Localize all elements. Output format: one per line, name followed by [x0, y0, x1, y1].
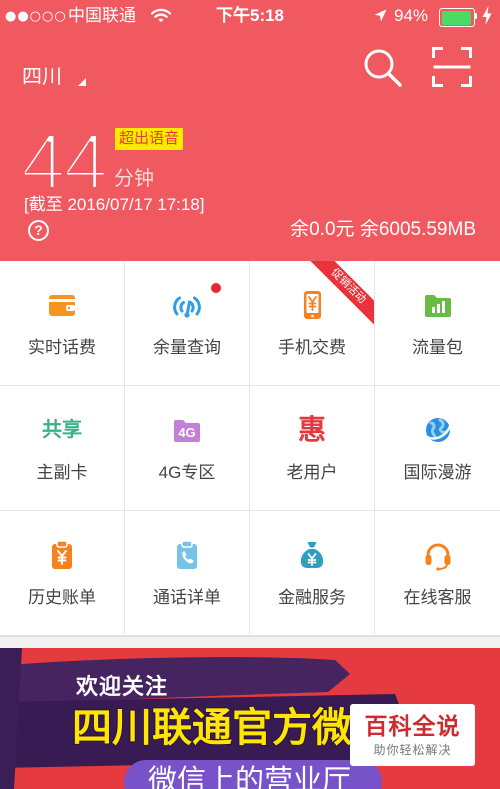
remaining-minutes-value: 44 — [19, 117, 110, 206]
battery-fill — [441, 10, 471, 25]
banner-welcome-text: 欢迎关注 — [76, 674, 169, 699]
globe-icon — [422, 418, 453, 442]
data-remaining: 余6005.59MB — [359, 219, 476, 240]
grid-item-sub-card[interactable]: 共享 主副卡 — [0, 386, 125, 511]
grid-item-data-package[interactable]: 流量包 — [375, 261, 500, 386]
balance-summary: 余0.0元 余6005.59MB — [290, 218, 476, 242]
grid-item-online-service[interactable]: 在线客服 — [375, 511, 500, 636]
grid-item-label: 实时话费 — [28, 338, 96, 357]
share-icon: 共享 — [42, 419, 82, 441]
phone-payment-icon — [304, 291, 321, 319]
region-selector[interactable]: 四川 — [22, 65, 62, 89]
balance-amount: 余0.0元 — [290, 219, 355, 240]
location-icon — [374, 9, 387, 22]
grid-item-realtime-bill[interactable]: 实时话费 — [0, 261, 125, 386]
grid-item-label: 历史账单 — [28, 588, 96, 607]
banner-tagline: 微信上的营业厅 — [148, 765, 352, 789]
grid-item-label: 余量查询 — [153, 338, 221, 357]
scan-icon[interactable] — [432, 47, 472, 87]
bill-icon — [52, 540, 72, 569]
service-grid: 实时话费 余量查询 促销活动 手机交费 流量包 共享 主副卡 4G 4G专区 惠… — [0, 261, 500, 636]
grid-item-label: 老用户 — [286, 463, 338, 482]
banner-headline: 四川联通官方微 — [71, 705, 353, 751]
grid-item-label: 在线客服 — [403, 588, 472, 607]
notification-dot — [211, 283, 221, 293]
grid-item-label: 金融服务 — [278, 588, 346, 607]
grid-item-label: 主副卡 — [36, 463, 88, 482]
grid-item-phone-payment[interactable]: 促销活动 手机交费 — [250, 261, 375, 386]
app-screen: ●●○○○ 中国联通 下午5:18 94% 四川 44 分钟 超出语音 [截至 … — [0, 0, 500, 789]
grid-item-4g-zone[interactable]: 4G 4G专区 — [125, 386, 250, 511]
section-divider — [0, 636, 500, 648]
help-icon[interactable]: ? — [28, 220, 49, 241]
money-bag-icon — [300, 542, 324, 568]
grid-item-finance[interactable]: 金融服务 — [250, 511, 375, 636]
4g-folder-icon: 4G — [171, 414, 203, 446]
wallet-icon — [49, 295, 75, 316]
battery-percentage: 94% — [394, 6, 429, 25]
data-folder-icon — [424, 295, 451, 317]
battery-icon — [439, 8, 475, 27]
watermark-title: 百科全说 — [364, 713, 461, 739]
grid-item-label: 通话详单 — [153, 588, 221, 607]
grid-item-label: 手机交费 — [278, 338, 346, 357]
gauge-icon — [173, 296, 201, 318]
grid-item-label: 4G专区 — [158, 463, 216, 482]
grid-item-label: 流量包 — [412, 338, 463, 357]
grid-item-call-details[interactable]: 通话详单 — [125, 511, 250, 636]
grid-item-label: 国际漫游 — [403, 463, 472, 482]
grid-item-roaming[interactable]: 国际漫游 — [375, 386, 500, 511]
as-of-timestamp: [截至 2016/07/17 17:18] — [24, 195, 205, 214]
dropdown-icon[interactable] — [78, 78, 86, 86]
battery-cap — [475, 13, 477, 19]
grid-item-balance-query[interactable]: 余量查询 — [125, 261, 250, 386]
hui-icon: 惠 — [297, 414, 326, 445]
grid-item-bill-history[interactable]: 历史账单 — [0, 511, 125, 636]
account-header: ●●○○○ 中国联通 下午5:18 94% 四川 44 分钟 超出语音 [截至 … — [0, 0, 500, 261]
call-detail-icon — [177, 540, 197, 569]
charging-icon — [482, 6, 492, 25]
4g-label: 4G — [178, 425, 196, 440]
remaining-minutes-unit: 分钟 — [114, 168, 154, 190]
grid-item-old-user[interactable]: 惠 老用户 — [250, 386, 375, 511]
watermark-logo: 百科全说 助你轻松解决 — [350, 704, 475, 766]
headset-icon — [425, 543, 450, 571]
search-icon[interactable] — [360, 46, 404, 90]
over-limit-badge: 超出语音 — [115, 128, 183, 150]
watermark-subtitle: 助你轻松解决 — [373, 743, 452, 757]
